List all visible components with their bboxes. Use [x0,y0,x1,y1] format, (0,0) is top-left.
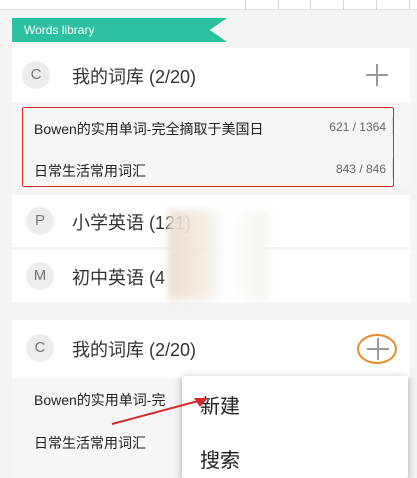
my-library-row[interactable]: C 我的词库 (2/20) [12,322,410,376]
table-divider [409,0,410,10]
primary-english-letter: P [26,207,54,235]
blur-overlay [168,210,268,300]
my-library-title: 我的词库 (2/20) [72,340,197,360]
library-item-name[interactable]: 日常生活常用词汇 [34,433,146,453]
middle-english-letter: M [26,262,54,290]
table-divider [376,0,377,10]
top-table-strip [0,0,417,10]
highlight-ring [357,334,397,364]
my-library-letter: C [26,334,54,362]
menu-item-search[interactable]: 搜索 [200,444,240,473]
add-plus-icon[interactable] [366,64,388,86]
arrow-shaft [111,399,203,425]
words-library-tag: Words library [12,18,227,42]
my-library-title: 我的词库 (2/20) [72,67,197,87]
annotation-arrow [111,398,208,425]
table-divider [343,0,344,10]
my-library-letter: C [22,61,50,89]
table-divider [278,0,279,10]
table-divider [245,0,246,10]
middle-english-title: 初中英语 (4 [72,268,166,288]
my-library-row[interactable]: C 我的词库 (2/20) [12,48,410,102]
highlight-box [22,107,394,187]
table-divider [310,0,311,10]
